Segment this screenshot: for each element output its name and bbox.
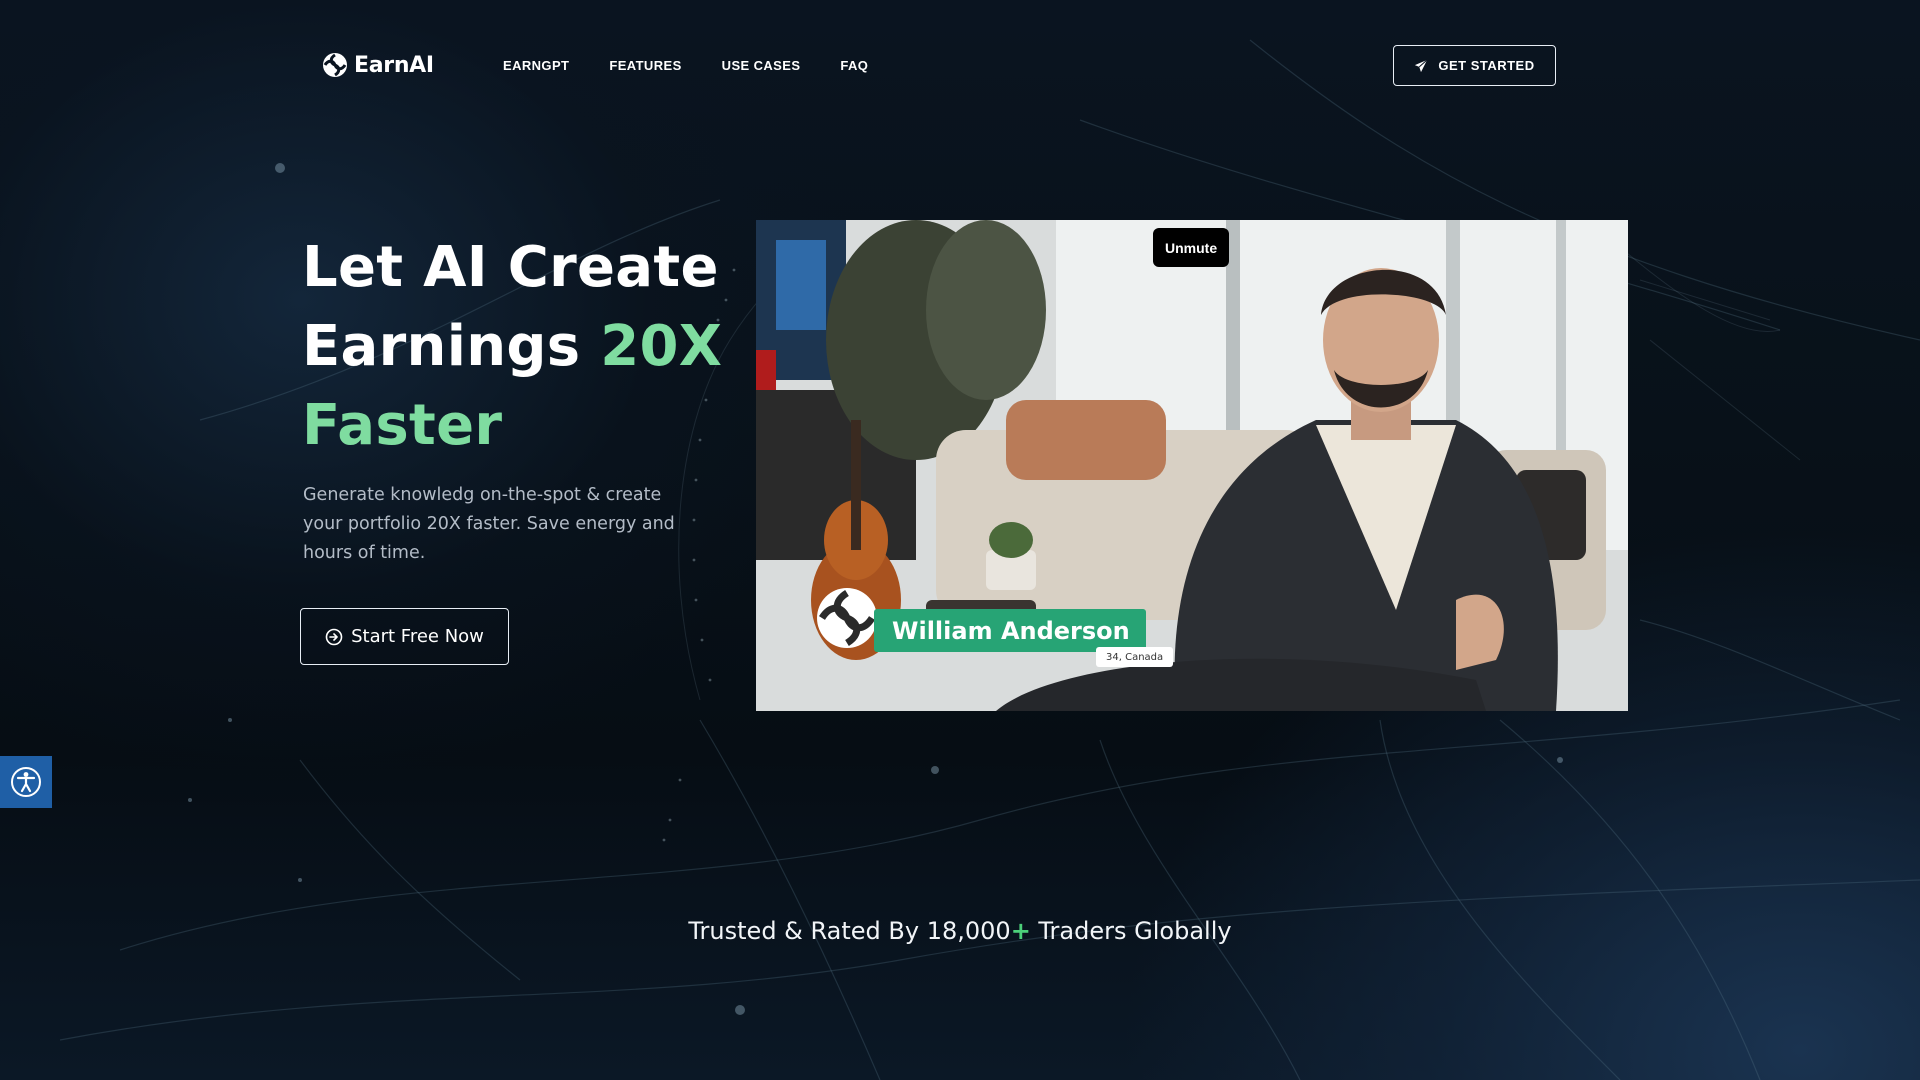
start-free-now-label: Start Free Now bbox=[351, 626, 484, 647]
testimonial-video[interactable]: Unmute William Anderson 34, Canada bbox=[756, 220, 1628, 711]
trusted-plus: + bbox=[1010, 917, 1031, 945]
nav-link-features[interactable]: FEATURES bbox=[609, 58, 681, 73]
trusted-text-after: Traders Globally bbox=[1030, 917, 1232, 945]
get-started-button[interactable]: GET STARTED bbox=[1393, 45, 1556, 86]
person-name: William Anderson bbox=[874, 609, 1146, 652]
hero-title-line2a: Earnings bbox=[302, 314, 581, 379]
nav-links: EARNGPT FEATURES USE CASES FAQ bbox=[503, 58, 868, 73]
top-navigation: EarnAI EARNGPT FEATURES USE CASES FAQ GE… bbox=[0, 0, 1920, 132]
brand-logo[interactable]: EarnAI bbox=[322, 52, 434, 78]
earnai-logo-icon bbox=[817, 588, 877, 648]
start-free-now-button[interactable]: Start Free Now bbox=[300, 608, 509, 665]
nav-link-faq[interactable]: FAQ bbox=[840, 58, 868, 73]
brand-name: EarnAI bbox=[354, 52, 434, 78]
get-started-label: GET STARTED bbox=[1438, 58, 1535, 73]
trusted-by-text: Trusted & Rated By 18,000+ Traders Globa… bbox=[0, 917, 1920, 945]
person-subtitle: 34, Canada bbox=[1096, 647, 1174, 667]
hero-title-line3: Faster bbox=[302, 393, 503, 458]
hero-title-line1: Let AI Create bbox=[302, 235, 719, 300]
nav-link-earngpt[interactable]: EARNGPT bbox=[503, 58, 569, 73]
accessibility-button[interactable] bbox=[0, 756, 52, 808]
earnai-logo-icon bbox=[323, 53, 347, 77]
arrow-circle-right-icon bbox=[325, 628, 343, 645]
nav-link-use-cases[interactable]: USE CASES bbox=[722, 58, 801, 73]
accessibility-icon bbox=[11, 767, 41, 797]
hero-description: Generate knowledg on-the-spot & create y… bbox=[303, 485, 675, 563]
hero-title-line2b: 20X bbox=[600, 314, 723, 379]
hero-title: Let AI Create Earnings 20X Faster bbox=[302, 228, 742, 465]
unmute-button[interactable]: Unmute bbox=[1153, 228, 1230, 267]
trusted-text-before: Trusted & Rated By 18,000 bbox=[688, 917, 1011, 945]
send-icon bbox=[1415, 58, 1428, 72]
